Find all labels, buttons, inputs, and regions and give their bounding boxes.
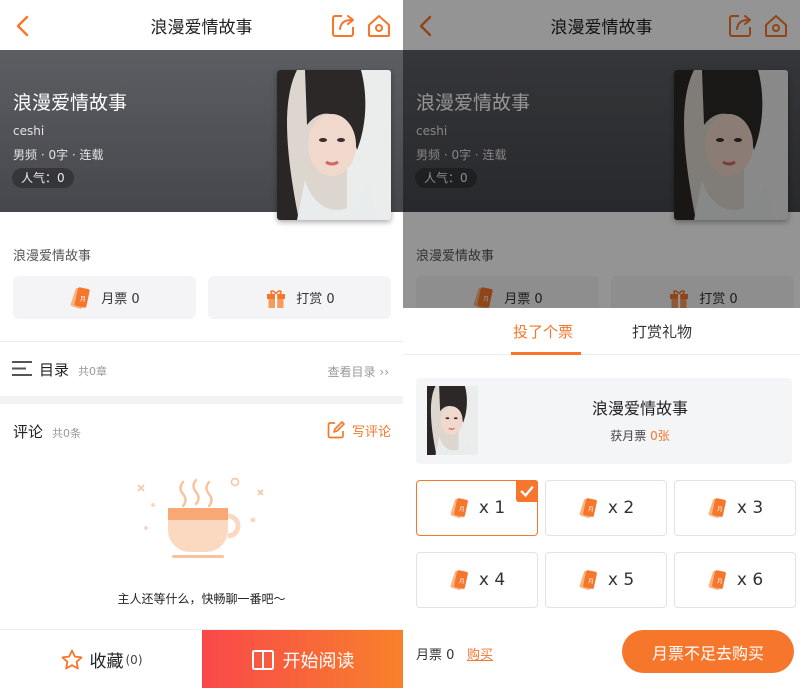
buy-tickets-button[interactable]: 月票不足去购买: [622, 630, 794, 673]
book-cover[interactable]: [277, 70, 391, 220]
double-chevron-right-icon: ››: [379, 365, 389, 379]
gift-icon: [264, 286, 288, 310]
empty-coffee-illustration: [137, 477, 264, 558]
chevron-left-icon[interactable]: [10, 12, 38, 40]
active-tab-indicator: [511, 352, 581, 355]
popularity-badge: 人气：0: [12, 168, 74, 188]
ticket-balance: 月票 0: [416, 648, 455, 663]
monthly-ticket-label: 月票 0: [101, 292, 140, 307]
vote-option-label: x 4: [478, 570, 506, 590]
vote-option-label: x 6: [736, 570, 764, 590]
book-title: 浪漫爱情故事: [13, 92, 128, 114]
book-author: ceshi: [13, 124, 45, 138]
ticket-icon: [69, 286, 93, 310]
toc-row[interactable]: 目录 共0章 查看目录 ››: [0, 354, 403, 384]
vote-option-6[interactable]: x 6: [674, 552, 796, 608]
card-book-title: 浪漫爱情故事: [591, 399, 688, 418]
empty-comments-text: 主人还等什么，快畅聊一番吧～: [117, 592, 286, 606]
vote-option-4[interactable]: x 4: [416, 552, 538, 608]
reward-label: 打赏 0: [296, 292, 335, 307]
vote-option-label: x 3: [736, 498, 764, 518]
bottom-bar: 收藏 (0) 开始阅读: [0, 629, 403, 688]
tickets-received: 获月票 0张: [488, 427, 792, 444]
tickets-received-label: 获月票: [610, 429, 651, 443]
view-toc-text: 查看目录: [327, 365, 376, 379]
monthly-ticket-button[interactable]: 月票 0: [13, 276, 196, 319]
favorite-count: (0): [125, 652, 143, 667]
favorite-button[interactable]: 收藏 (0): [0, 630, 202, 688]
checkmark-icon: [516, 480, 538, 502]
vote-option-2[interactable]: x 2: [545, 480, 667, 536]
edit-icon: [327, 421, 345, 439]
book-meta: 男频 · 0字 · 连载: [13, 148, 104, 162]
home-icon[interactable]: [365, 12, 393, 40]
tab-gift[interactable]: 打赏礼物: [632, 321, 692, 342]
vote-sheet-screen: 浪漫爱情故事 浪漫爱情故事 ceshi 男频 · 0字 · 连载 人气：0 浪漫…: [403, 0, 800, 688]
star-icon: [61, 649, 82, 669]
ticket-icon: [449, 569, 471, 591]
tab-vote[interactable]: 投了个票: [513, 321, 573, 342]
book-summary-card: 浪漫爱情故事 获月票 0张: [416, 378, 792, 464]
ticket-icon: [707, 569, 729, 591]
vote-option-label: x 1: [478, 498, 506, 518]
ticket-icon: [578, 569, 600, 591]
book-open-icon: [251, 649, 274, 670]
ticket-icon: [707, 497, 729, 519]
divider: [0, 341, 403, 342]
write-comment-button[interactable]: 写评论: [326, 420, 391, 440]
sheet-tabs: 投了个票 打赏礼物: [403, 308, 800, 355]
book-cover-thumbnail: [427, 386, 478, 455]
modal-overlay[interactable]: [403, 0, 800, 308]
write-comment-label: 写评论: [351, 424, 391, 440]
section-separator: [0, 396, 403, 404]
comments-count: 共0条: [52, 427, 81, 440]
vote-option-label: x 5: [607, 570, 635, 590]
tickets-received-value: 0张: [650, 429, 670, 443]
view-toc-link[interactable]: 查看目录 ››: [328, 363, 389, 380]
vote-option-5[interactable]: x 5: [545, 552, 667, 608]
favorite-label: 收藏: [89, 652, 124, 672]
start-reading-label: 开始阅读: [282, 650, 355, 672]
share-icon[interactable]: [329, 12, 357, 40]
book-description: 浪漫爱情故事: [13, 249, 92, 264]
vote-option-label: x 2: [607, 498, 635, 518]
ticket-icon: [578, 497, 600, 519]
vote-option-3[interactable]: x 3: [674, 480, 796, 536]
toc-label: 目录: [39, 361, 70, 379]
vote-bottom-sheet: 投了个票 打赏礼物 浪漫爱情故事 获月票 0张 x 1 x 2 x 3 x 4 …: [403, 308, 800, 688]
vote-option-1[interactable]: x 1: [416, 480, 538, 536]
buy-link[interactable]: 购买: [467, 644, 493, 663]
start-reading-button[interactable]: 开始阅读: [202, 630, 403, 688]
ticket-icon: [449, 497, 471, 519]
top-bar: 浪漫爱情故事: [0, 0, 403, 50]
book-header: 浪漫爱情故事 ceshi 男频 · 0字 · 连载 人气：0: [0, 50, 403, 220]
reward-button[interactable]: 打赏 0: [208, 276, 391, 319]
book-detail-screen: 浪漫爱情故事 浪漫爱情故事 ceshi 男频 · 0字 · 连载 人气：0 浪漫…: [0, 0, 403, 688]
comments-label: 评论: [13, 423, 44, 441]
toc-count: 共0章: [78, 365, 107, 378]
menu-list-icon: [12, 361, 32, 376]
